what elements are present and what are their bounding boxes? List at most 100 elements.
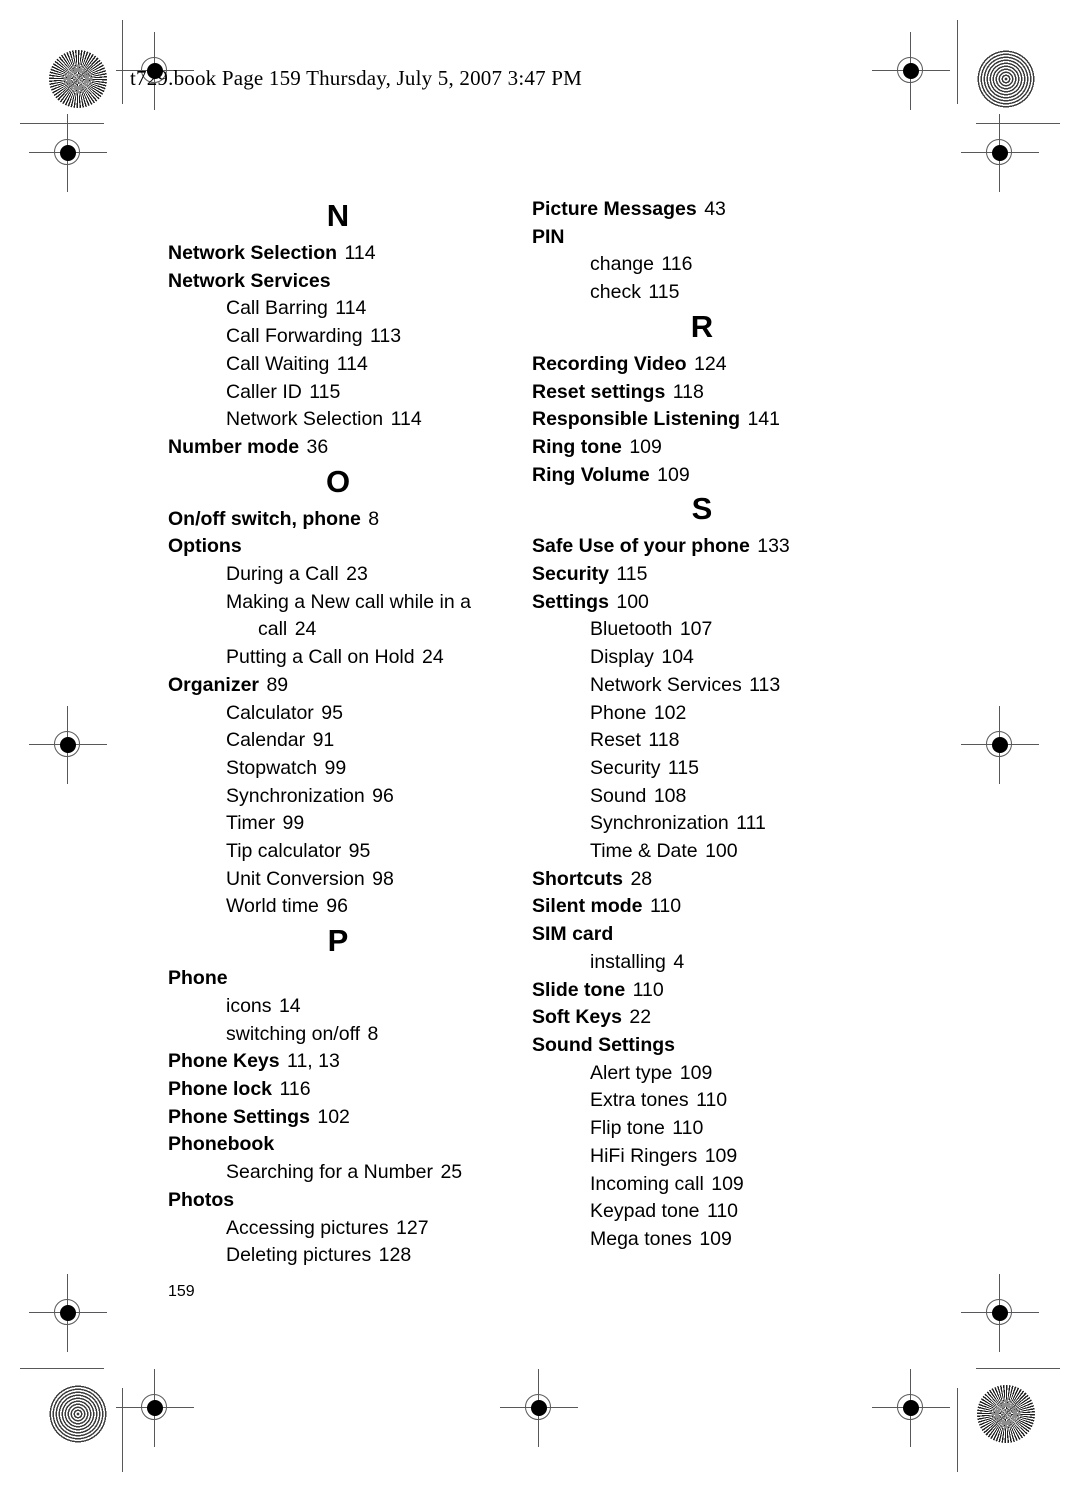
index-entry-page-number: 91 — [312, 729, 335, 752]
index-entry-label: Making a New call while in a — [226, 590, 471, 613]
index-entry-label: Reset settings — [532, 380, 666, 403]
index-subentry: Extra tones 110 — [532, 1087, 872, 1115]
index-entry-page-number: 14 — [278, 994, 301, 1017]
index-entry-page-number: 107 — [679, 618, 713, 641]
index-entry-page-number: 114 — [344, 242, 376, 264]
index-entry-label: Calculator — [226, 701, 314, 724]
index-entry-label: Keypad tone — [590, 1200, 700, 1223]
index-entry-label: World time — [226, 895, 319, 918]
index-entry: Safe Use of your phone 133 — [532, 533, 872, 561]
index-subentry: World time 96 — [168, 893, 508, 921]
index-subentry: Network Services 113 — [532, 672, 872, 700]
index-entry-page-number: 104 — [661, 646, 694, 669]
index-entry: Network Selection 114 — [168, 240, 508, 268]
crosshair-registration-mark-upper-left — [29, 114, 107, 192]
index-entry-page-number: 8 — [368, 507, 380, 530]
index-entry-label: Bluetooth — [590, 618, 673, 641]
index-entry: Network Services — [168, 268, 508, 296]
index-entry: Organizer 89 — [168, 672, 508, 700]
index-subentry: switching on/off 8 — [168, 1021, 508, 1049]
index-entry-label: Calendar — [226, 729, 306, 752]
index-subentry: Putting a Call on Hold 24 — [168, 644, 508, 672]
index-entry-label: Synchronization — [590, 812, 729, 835]
sunburst-registration-target-bottom-right — [977, 1385, 1035, 1443]
index-subentry: Synchronization 96 — [168, 783, 508, 811]
index-entry-page-number: 109 — [699, 1227, 732, 1250]
crosshair-dot — [60, 145, 76, 161]
crosshair-dot — [60, 1305, 76, 1321]
index-entry: Soft Keys 22 — [532, 1004, 872, 1032]
trim-rule-bottom-right — [976, 1368, 1060, 1369]
trim-rule-top-right — [976, 123, 1060, 124]
index-entry: Slide tone 110 — [532, 977, 872, 1005]
index-subentry: Stopwatch 99 — [168, 755, 508, 783]
index-entry-label: Extra tones — [590, 1089, 689, 1112]
index-entry-label: Call Waiting — [226, 352, 330, 375]
index-entry-continuation: call 24 — [226, 616, 508, 644]
index-entry: On/off switch, phone 8 — [168, 506, 508, 534]
index-entry-page-number: 110 — [706, 1200, 739, 1223]
index-entry-page-number: 43 — [704, 198, 726, 220]
index-entry-label: Silent mode — [532, 895, 643, 918]
crosshair-registration-mark-bottom-right — [872, 1369, 950, 1447]
index-entry: Responsible Listening 141 — [532, 406, 872, 434]
index-subentry: Network Selection 114 — [168, 406, 508, 434]
index-entry-page-number: 36 — [306, 435, 329, 458]
index-entry-label: Responsible Listening — [532, 408, 741, 431]
index-entry: Phone lock 116 — [168, 1076, 508, 1104]
index-subentry: Mega tones 109 — [532, 1226, 872, 1254]
index-entry-label: Soft Keys — [532, 1006, 622, 1029]
index-entry-page-number: 99 — [282, 812, 305, 835]
index-entry-label: Slide tone — [532, 978, 626, 1001]
index-entry-label: Time & Date — [590, 840, 698, 863]
index-subentry: Calendar 91 — [168, 727, 508, 755]
index-entry-label: Phone — [590, 701, 647, 724]
index-subentry: Time & Date 100 — [532, 838, 872, 866]
index-entry-page-number: 115 — [667, 756, 699, 779]
crosshair-dot — [60, 737, 76, 753]
index-entry: Recording Video 124 — [532, 351, 872, 379]
index-entry-page-number: 114 — [336, 352, 368, 375]
index-entry-page-number: 109 — [679, 1061, 713, 1084]
index-entry-label: HiFi Ringers — [590, 1144, 698, 1167]
index-entry-page-number: 95 — [348, 840, 371, 863]
index-entry: Security 115 — [532, 561, 872, 589]
index-entry: Settings 100 — [532, 589, 872, 617]
index-entry-page-number: 25 — [440, 1161, 463, 1184]
index-entry: Options — [168, 533, 508, 561]
index-entry-page-number: 22 — [629, 1006, 652, 1029]
trim-rule-right-lower — [957, 1388, 958, 1472]
index-subentry: During a Call 23 — [168, 561, 508, 589]
crosshair-registration-mark-bottom-left — [116, 1369, 194, 1447]
index-entry: Shortcuts 28 — [532, 866, 872, 894]
index-entry-label: Network Selection — [168, 242, 338, 264]
index-subentry: Tip calculator 95 — [168, 838, 508, 866]
index-entry-label: Putting a Call on Hold — [226, 646, 415, 669]
index-entry-page-number: 128 — [378, 1244, 412, 1267]
index-entry-page-number: 96 — [326, 895, 348, 918]
index-entry-label: Shortcuts — [532, 867, 624, 890]
index-entry-label: On/off switch, phone — [168, 507, 361, 530]
index-entry: Picture Messages 43 — [532, 196, 872, 224]
index-entry-label: Deleting pictures — [226, 1244, 372, 1267]
crosshair-dot — [992, 145, 1008, 161]
index-subentry: Sound 108 — [532, 783, 872, 811]
index-entry-label: change — [590, 253, 654, 276]
index-entry: Phone Settings 102 — [168, 1104, 508, 1132]
index-entry-label: Network Services — [168, 269, 331, 292]
index-entry-label: Sound — [590, 784, 647, 807]
page-number: 159 — [168, 1283, 195, 1300]
index-entry-page-number: 4 — [673, 950, 685, 973]
index-subentry: Searching for a Number 25 — [168, 1159, 508, 1187]
index-entry-page-number: 98 — [372, 867, 394, 890]
index-entry-label: Stopwatch — [226, 756, 318, 779]
index-entry-page-number: 28 — [630, 867, 653, 890]
index-entry-page-number: 11, 13 — [287, 1050, 340, 1073]
crosshair-registration-mark-mid-left — [29, 706, 107, 784]
index-entry-label: During a Call — [226, 563, 339, 586]
trim-rule-left-lower — [122, 1388, 123, 1472]
crosshair-dot — [903, 63, 919, 79]
index-entry-label: Security — [532, 563, 609, 586]
index-entry: Silent mode 110 — [532, 893, 872, 921]
index-subentry: Accessing pictures 127 — [168, 1215, 508, 1243]
